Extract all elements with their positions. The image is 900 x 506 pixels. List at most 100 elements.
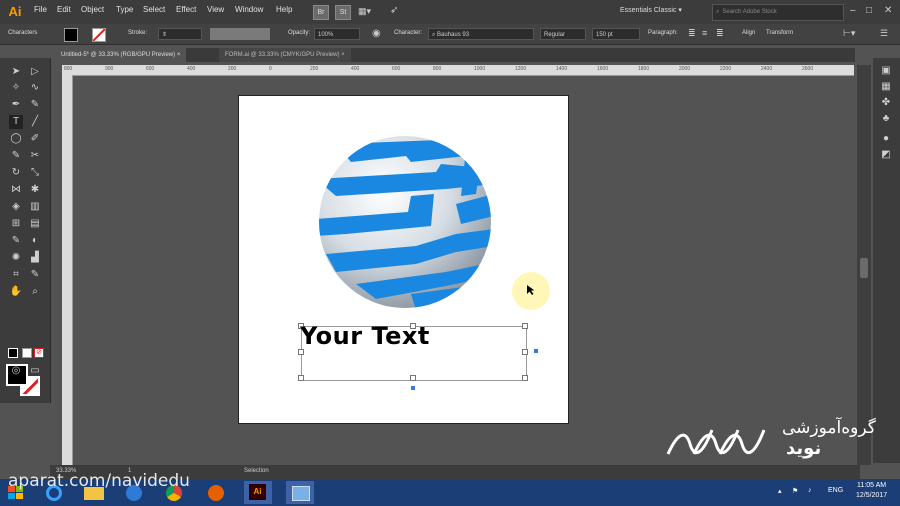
graph-tool-icon[interactable]: ▟ [28, 251, 42, 265]
arrange-documents-icon[interactable]: ▦▾ [358, 6, 371, 17]
default-colors-icon[interactable] [8, 348, 18, 358]
close-tab-icon[interactable]: × [177, 52, 181, 58]
symbols-panel-icon[interactable]: ♣ [879, 112, 893, 126]
variable-width-profile[interactable] [210, 28, 270, 40]
scroll-thumb[interactable] [860, 258, 868, 278]
type-tool-icon[interactable]: T [9, 115, 23, 129]
resize-handle[interactable] [522, 349, 528, 355]
scale-tool-icon[interactable]: ⤡ [28, 166, 42, 180]
globe-logo[interactable] [316, 134, 494, 310]
paragraph-label[interactable]: Paragraph: [648, 30, 678, 36]
close-tab-icon[interactable]: × [341, 52, 345, 58]
puppet-warp-tool-icon[interactable]: ✱ [28, 183, 42, 197]
menu-view[interactable]: View [207, 5, 224, 14]
horizontal-ruler[interactable]: 800 900 600 400 200 0 200 400 600 800 1000 1200 1400… [62, 65, 854, 76]
tray-flag-icon[interactable]: ⚑ [792, 487, 798, 495]
current-tool-status[interactable]: Selection [244, 468, 269, 474]
resize-handle[interactable] [298, 375, 304, 381]
menu-file[interactable]: File [34, 5, 47, 14]
font-size-input[interactable]: 150 pt [592, 28, 640, 40]
brushes-panel-icon[interactable]: ✤ [879, 96, 893, 110]
resize-handle[interactable] [410, 375, 416, 381]
stock-icon[interactable]: St [335, 5, 351, 20]
lasso-tool-icon[interactable]: ∿ [28, 81, 42, 95]
firefox-icon[interactable] [202, 481, 230, 504]
artboard-tool-icon[interactable]: ⌗ [9, 268, 23, 282]
input-language[interactable]: ENG [828, 487, 843, 494]
minimize-button[interactable]: – [850, 5, 856, 16]
direct-selection-tool-icon[interactable]: ▷ [28, 65, 42, 79]
paintbrush-tool-icon[interactable]: ✐ [28, 132, 42, 146]
tab-untitled-5[interactable]: Untitled-5* @ 33.33% (RGB/GPU Preview) × [55, 48, 187, 62]
menu-type[interactable]: Type [116, 5, 133, 14]
menu-icon[interactable]: ☰ [880, 28, 888, 39]
scissors-tool-icon[interactable]: ✂ [28, 149, 42, 163]
ellipse-tool-icon[interactable]: ◯ [9, 132, 23, 146]
tray-arrow-icon[interactable]: ▴ [778, 487, 782, 495]
gpu-performance-icon[interactable]: ➶ [390, 5, 398, 16]
align-center-icon[interactable]: ≡ [702, 28, 707, 38]
menu-edit[interactable]: Edit [57, 5, 71, 14]
properties-panel-icon[interactable]: ▣ [879, 64, 893, 78]
perspective-grid-tool-icon[interactable]: ▥ [28, 200, 42, 214]
menu-object[interactable]: Object [81, 5, 104, 14]
menu-effect[interactable]: Effect [176, 5, 196, 14]
shaper-tool-icon[interactable]: ✎ [9, 149, 23, 163]
illustrator-taskbar-icon[interactable]: Ai [244, 481, 272, 504]
selection-tool-icon[interactable]: ➤ [9, 65, 23, 79]
gradient-tool-icon[interactable]: ▤ [28, 217, 42, 231]
blend-tool-icon[interactable]: ◐ [28, 234, 42, 248]
taskbar-clock[interactable]: 11:05 AM 12/5/2017 [856, 481, 887, 501]
bridge-icon[interactable]: Br [313, 5, 329, 20]
opacity-input[interactable]: 100% [314, 28, 360, 40]
window-app-icon[interactable] [286, 481, 314, 504]
slice-tool-icon[interactable]: ✎ [28, 268, 42, 282]
menu-window[interactable]: Window [235, 5, 263, 14]
curvature-tool-icon[interactable]: ✎ [28, 98, 42, 112]
color-mode-icon[interactable] [22, 348, 32, 358]
align-link[interactable]: Align [742, 30, 755, 36]
font-style-select[interactable]: Regular [540, 28, 586, 40]
pen-tool-icon[interactable]: ✒ [9, 98, 23, 112]
shape-builder-tool-icon[interactable]: ◈ [9, 200, 23, 214]
font-family-select[interactable]: ⌕ Bauhaus 93 [428, 28, 534, 40]
transform-link[interactable]: Transform [766, 30, 793, 36]
close-window-button[interactable]: ✕ [884, 5, 892, 16]
draw-mode-icon[interactable]: ◎ [9, 364, 23, 378]
align-right-icon[interactable]: ≣ [716, 28, 724, 39]
stroke-panel-icon[interactable]: ● [879, 132, 893, 146]
zoom-tool-icon[interactable]: ⌕ [28, 285, 42, 299]
width-tool-icon[interactable]: ⋈ [9, 183, 23, 197]
hand-tool-icon[interactable]: ✋ [9, 285, 23, 299]
symbol-sprayer-tool-icon[interactable]: ✺ [9, 251, 23, 265]
color-panel-icon[interactable]: ▦ [879, 80, 893, 94]
volume-icon[interactable]: ♪ [808, 487, 812, 494]
panel-options-icon[interactable]: ⊢▾ [843, 28, 855, 39]
workspace-switcher[interactable]: Essentials Classic ▾ [620, 6, 682, 14]
tab-form[interactable]: FORM.ai @ 33.33% (CMYK/GPU Preview) × [219, 48, 351, 62]
graphic-styles-panel-icon[interactable]: ◩ [879, 148, 893, 162]
menu-help[interactable]: Help [276, 5, 292, 14]
mesh-tool-icon[interactable]: ⊞ [9, 217, 23, 231]
overflow-port[interactable] [411, 386, 415, 390]
eyedropper-tool-icon[interactable]: ✎ [9, 234, 23, 248]
resize-handle[interactable] [522, 323, 528, 329]
align-left-icon[interactable]: ≣ [688, 28, 696, 39]
stroke-color-swatch[interactable] [92, 28, 106, 42]
vertical-ruler[interactable] [62, 75, 73, 465]
none-color-icon[interactable]: ⊘ [34, 348, 44, 358]
magic-wand-tool-icon[interactable]: ✧ [9, 81, 23, 95]
fill-color-swatch[interactable] [64, 28, 78, 42]
stroke-weight-input[interactable]: ⇕ [158, 28, 202, 40]
maximize-button[interactable]: □ [866, 5, 872, 16]
menu-select[interactable]: Select [143, 5, 165, 14]
recolor-icon[interactable]: ◉ [372, 28, 381, 39]
screen-mode-icon[interactable]: ▭ [28, 364, 42, 378]
canvas-text[interactable]: Your Text [300, 322, 430, 350]
search-stock-input[interactable]: ⌕ Search Adobe Stock [712, 4, 844, 21]
resize-handle[interactable] [522, 375, 528, 381]
line-tool-icon[interactable]: ╱ [28, 115, 42, 129]
vertical-scrollbar[interactable] [857, 65, 871, 465]
edit-toolbar-icon[interactable]: … [17, 380, 31, 394]
rotate-tool-icon[interactable]: ↻ [9, 166, 23, 180]
